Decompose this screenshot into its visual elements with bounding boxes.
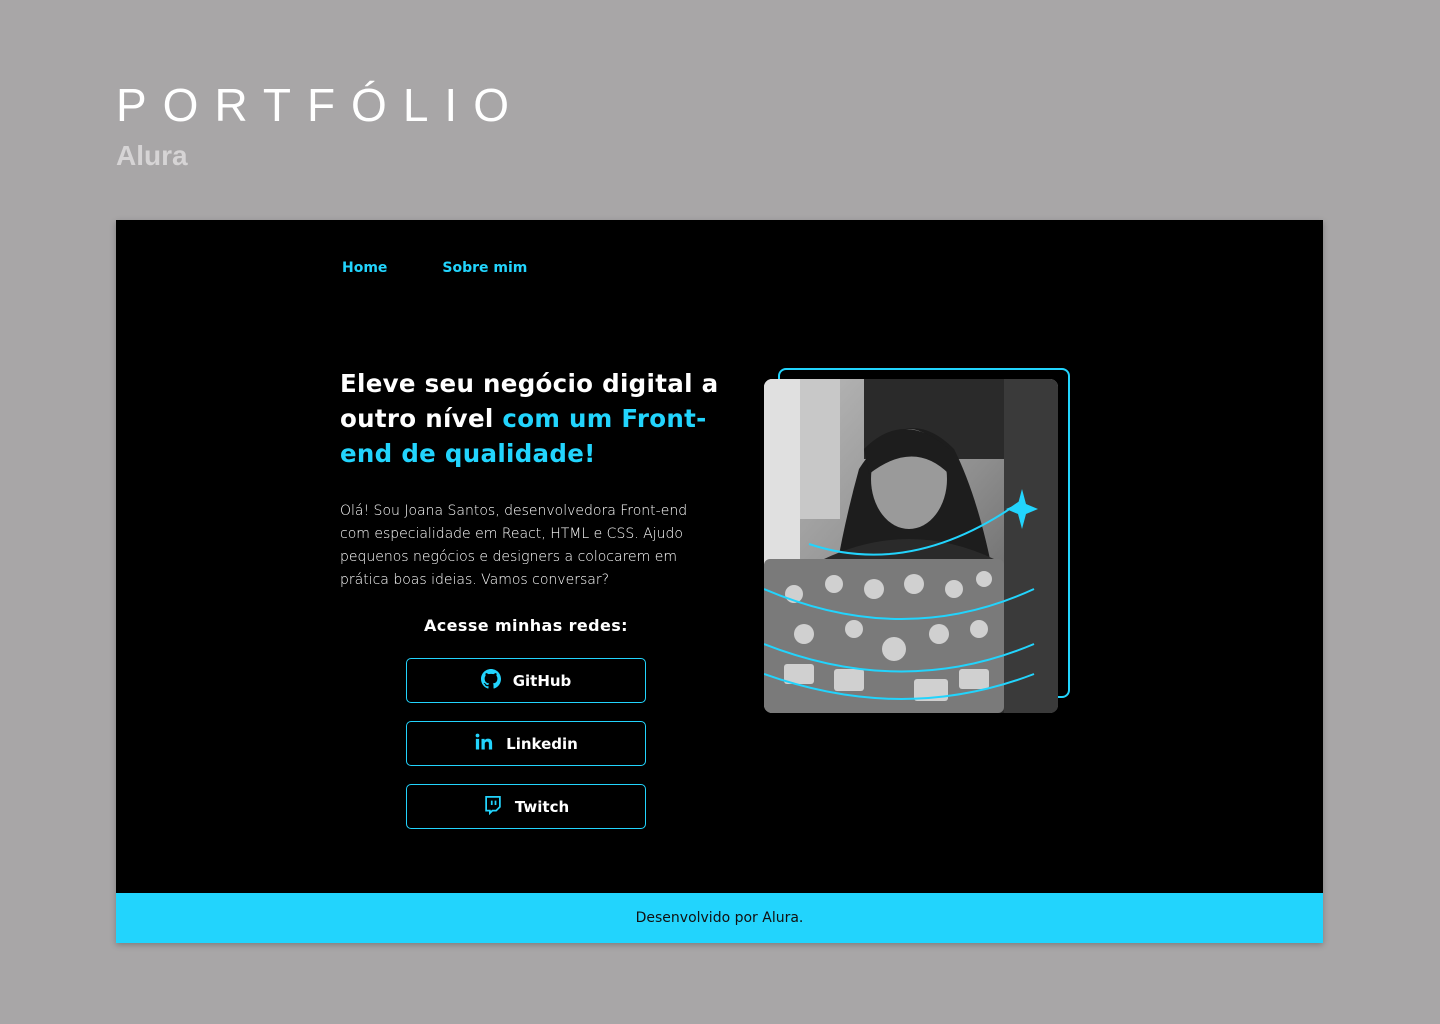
twitch-icon <box>483 795 503 819</box>
page-subtitle: Alura <box>116 140 188 171</box>
nav-home-link[interactable]: Home <box>342 260 387 276</box>
github-label: GitHub <box>512 671 572 690</box>
hero-description: Olá! Sou Joana Santos, desenvolvedora Fr… <box>340 503 688 588</box>
footer-text: Desenvolvido por Alura. <box>635 910 804 926</box>
hero-title: Eleve seu negócio digital a outro nível … <box>340 366 740 471</box>
twitch-label: Twitch <box>514 797 570 816</box>
main-nav: Home Sobre mim <box>342 260 527 276</box>
linkedin-icon <box>474 732 494 756</box>
page-title: PORTFÓLIO <box>116 79 525 131</box>
linkedin-label: Linkedin <box>506 734 578 753</box>
github-button[interactable]: GitHub <box>406 658 646 703</box>
profile-photo <box>764 379 1058 713</box>
nav-about-link[interactable]: Sobre mim <box>442 260 527 276</box>
github-icon <box>480 668 501 693</box>
portfolio-header: PORTFÓLIO Alura <box>116 82 525 170</box>
social-title: Acesse minhas redes: <box>424 616 628 635</box>
linkedin-button[interactable]: Linkedin <box>406 721 646 766</box>
twitch-button[interactable]: Twitch <box>406 784 646 829</box>
site-footer: Desenvolvido por Alura. <box>116 893 1323 943</box>
profile-photo-container <box>764 367 1072 713</box>
site-frame: Home Sobre mim Eleve seu negócio digital… <box>116 220 1323 943</box>
